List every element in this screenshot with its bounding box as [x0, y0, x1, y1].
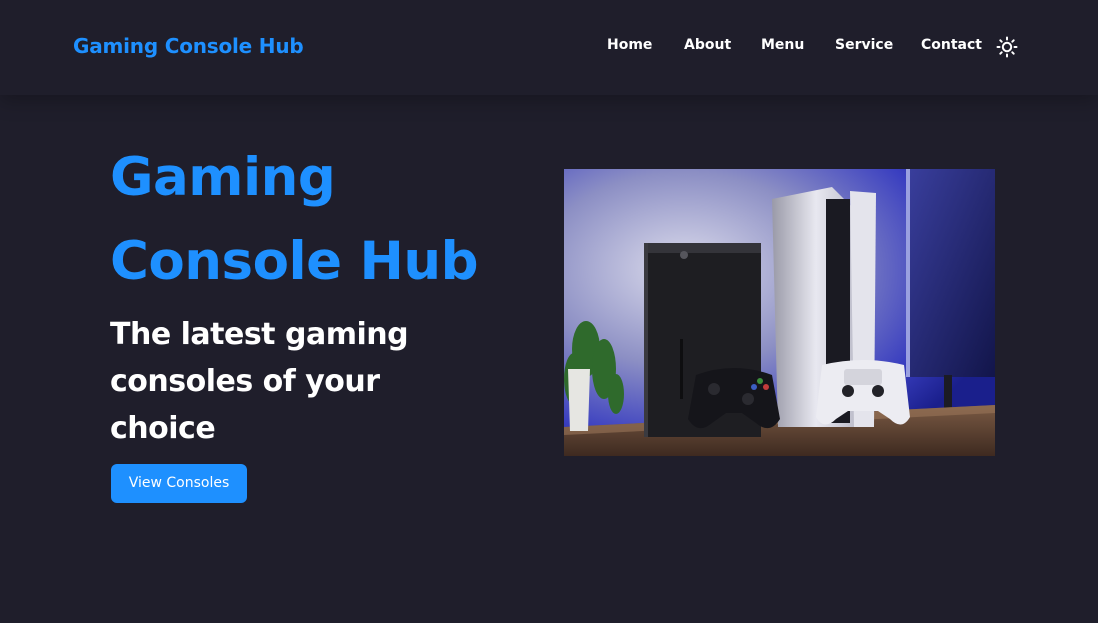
hero-title: Gaming Console Hub — [110, 147, 479, 292]
nav-link-home[interactable]: Home — [607, 37, 652, 53]
sun-icon — [996, 36, 1018, 58]
nav-link-menu[interactable]: Menu — [761, 37, 804, 53]
navbar: Gaming Console Hub Home About Menu Servi… — [0, 0, 1098, 95]
page: Gaming Console Hub Home About Menu Servi… — [0, 0, 1098, 623]
main-nav: Home About Menu Service Contact — [0, 37, 1098, 57]
view-consoles-button[interactable]: View Consoles — [111, 464, 247, 503]
hero-image — [564, 169, 995, 456]
gaming-consoles-image — [564, 169, 995, 456]
nav-link-contact[interactable]: Contact — [921, 37, 982, 53]
nav-link-service[interactable]: Service — [835, 37, 893, 53]
theme-toggle-button[interactable] — [996, 36, 1018, 58]
hero-subtitle: The latest gaming consoles of your choic… — [110, 317, 409, 446]
nav-link-about[interactable]: About — [684, 37, 731, 53]
